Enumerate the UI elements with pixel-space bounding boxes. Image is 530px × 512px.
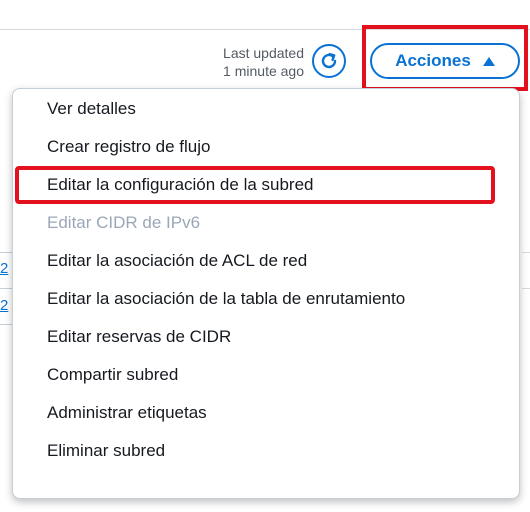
menu-item-label: Eliminar subred [47,441,166,460]
screen: 2 2 Last updated 1 minute ago Acciones V… [0,0,530,512]
menu-item-compartir-subred[interactable]: Compartir subred [13,356,519,394]
menu-item-editar-reservas-cidr[interactable]: Editar reservas de CIDR [13,318,519,356]
table-cell-link[interactable]: 2 [0,297,12,314]
menu-item-ver-detalles[interactable]: Ver detalles [13,90,519,128]
menu-item-editar-asociacion-tabla-enrutamiento[interactable]: Editar la asociación de la tabla de enru… [13,280,519,318]
caret-up-icon [482,56,495,66]
menu-item-editar-asociacion-acl[interactable]: Editar la asociación de ACL de red [13,242,519,280]
menu-item-label: Administrar etiquetas [47,403,207,422]
last-updated-label: Last updated [223,45,304,61]
menu-item-administrar-etiquetas[interactable]: Administrar etiquetas [13,394,519,432]
table-row-divider [522,252,530,253]
menu-item-crear-registro-de-flujo[interactable]: Crear registro de flujo [13,128,519,166]
menu-item-label: Crear registro de flujo [47,137,211,156]
actions-button-label: Acciones [395,51,471,70]
menu-item-label: Editar CIDR de IPv6 [47,213,201,232]
table-row-divider [522,288,530,289]
menu-item-editar-configuracion-subred[interactable]: Editar la configuración de la subred [13,166,519,204]
menu-item-editar-cidr-ipv6: Editar CIDR de IPv6 [13,204,519,242]
last-updated-text: Last updated 1 minute ago [223,44,304,80]
refresh-icon [321,53,337,69]
menu-item-label: Editar la configuración de la subred [47,175,314,194]
menu-item-label: Editar reservas de CIDR [47,327,232,346]
table-cell-link[interactable]: 2 [0,260,12,277]
menu-item-label: Editar la asociación de ACL de red [47,251,308,270]
menu-item-label: Editar la asociación de la tabla de enru… [47,289,406,308]
refresh-button[interactable] [312,44,346,78]
actions-dropdown-menu: Ver detalles Crear registro de flujo Edi… [12,88,520,499]
last-updated-time: 1 minute ago [223,63,304,79]
menu-item-label: Ver detalles [47,99,136,118]
menu-item-eliminar-subred[interactable]: Eliminar subred [13,432,519,470]
actions-button[interactable]: Acciones [370,43,520,79]
menu-item-label: Compartir subred [47,365,179,384]
